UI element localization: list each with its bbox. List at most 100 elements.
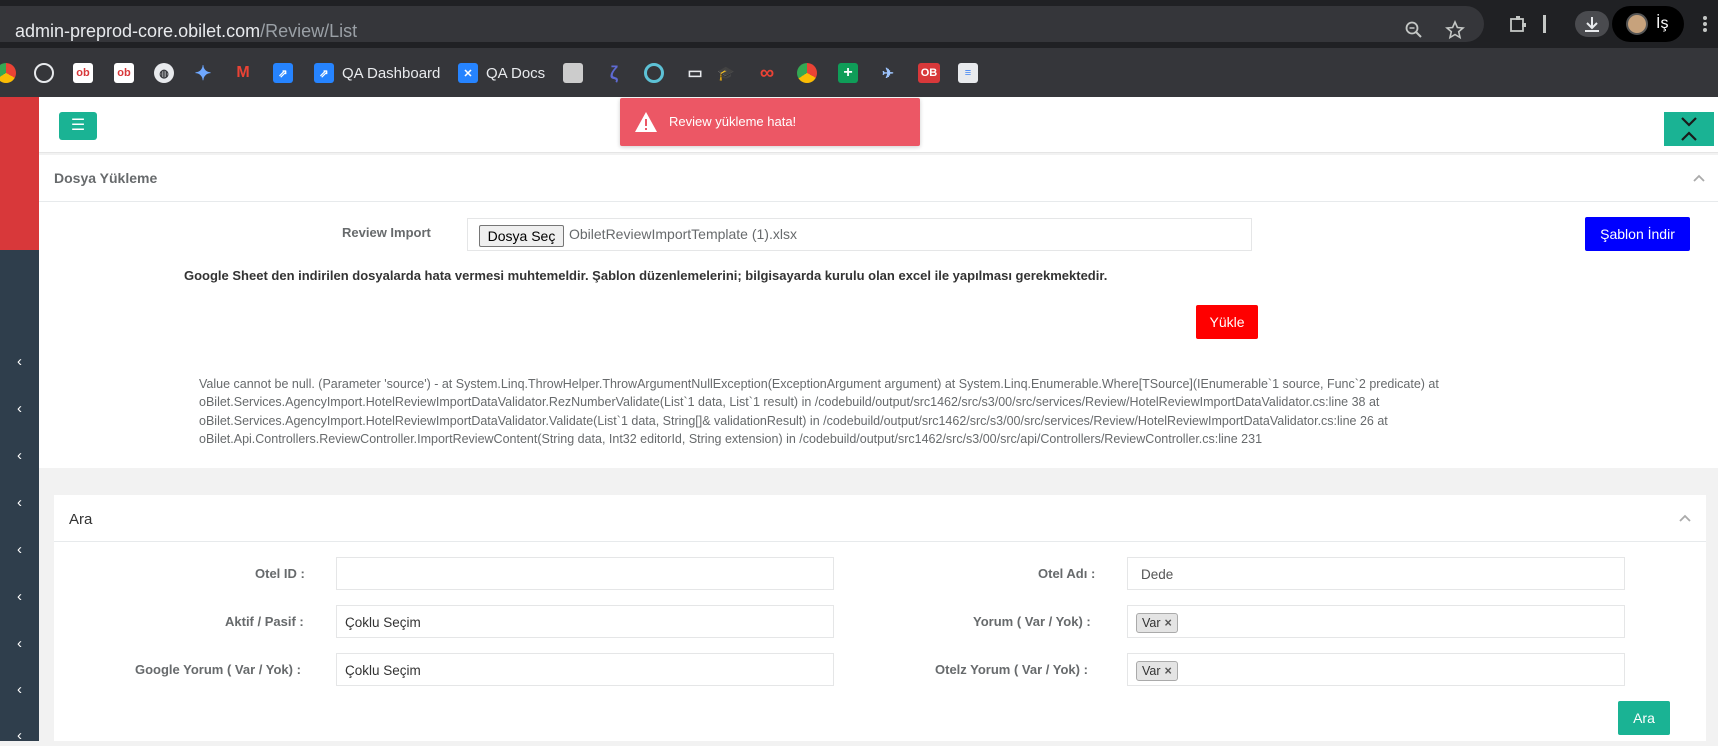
google-yorum-select[interactable]: Çoklu Seçim [336,653,834,686]
bookmark-label: QA Dashboard [342,64,441,82]
toolbar-divider [1543,15,1546,33]
collapse-icon[interactable] [1664,112,1714,146]
sidebar-logo-area [0,97,39,250]
error-stacktrace: Value cannot be null. (Parameter 'source… [199,375,1559,448]
bookmarks-bar: ob ob ◍ ✦ M ⇗ ⇗ QA Dashboard ✕ QA Docs ζ ▭… [0,48,1718,97]
file-name: ObiletReviewImportTemplate (1).xlsx [569,226,797,242]
otelz-yorum-select[interactable]: Var × [1127,653,1625,686]
doc-icon: ≡ [958,63,978,83]
linear-icon: ζ [609,62,619,83]
otel-adi-input[interactable]: Dede [1127,557,1625,590]
otel-adi-label: Otel Adı : [1038,566,1096,581]
remove-tag-icon[interactable]: × [1165,664,1172,678]
chevron-left-icon[interactable]: ‹ [0,399,39,419]
confluence-icon: ✕ [458,63,478,83]
bookmark-plus[interactable]: + [838,62,858,84]
avatar [1626,13,1648,35]
bookmark-infinity[interactable]: ∞ [757,62,777,84]
otel-id-input[interactable] [336,557,834,590]
bookmark-chrome-2[interactable] [797,62,817,84]
search-button[interactable]: Ara [1618,701,1670,735]
bookmark-plane[interactable]: ✈ [878,62,898,84]
chrome-color-icon [797,63,817,83]
ring-icon [644,63,664,83]
bookmark-ob-red[interactable]: OB [918,62,940,84]
profile-button[interactable]: İş [1612,6,1684,42]
yorum-tag: Var × [1136,613,1178,633]
browser-toolbar: admin-preprod-core.obilet.com/Review/Lis… [0,0,1718,48]
chevron-left-icon[interactable]: ‹ [0,587,39,607]
chevron-left-icon[interactable]: ‹ [0,726,39,746]
aktif-pasif-label: Aktif / Pasif : [225,614,304,629]
hamburger-menu-button[interactable]: ☰ [59,112,97,140]
bookmark-ob-2[interactable]: ob [114,62,134,84]
menu-icon[interactable] [1700,14,1710,34]
url-text[interactable]: admin-preprod-core.obilet.com/Review/Lis… [15,21,357,42]
toast-message: Review yükleme hata! [669,114,797,129]
blank-icon [563,63,583,83]
error-line: oBilet.Services.AgencyImport.HotelReview… [199,395,1380,410]
bookmark-github[interactable] [34,62,54,84]
error-line: oBilet.Api.Controllers.ReviewController.… [199,431,1263,446]
chevron-up-icon[interactable] [1692,170,1706,186]
bookmark-blank[interactable] [563,62,583,84]
infinity-icon: ∞ [759,61,775,84]
file-input[interactable]: Dosya Seç ObiletReviewImportTemplate (1)… [467,218,1252,251]
chevron-left-icon[interactable]: ‹ [0,352,39,372]
bookmark-globe[interactable]: ◍ [154,62,174,84]
zoom-icon[interactable] [1404,20,1424,40]
upload-panel-header: Dosya Yükleme [39,155,1718,202]
yorum-label: Yorum ( Var / Yok) : [973,614,1091,629]
folder-icon: ▭ [687,65,703,82]
ob-red-icon: OB [918,63,940,83]
remove-tag-icon[interactable]: × [1165,616,1172,630]
panel-title: Dosya Yükleme [54,170,158,186]
bookmark-gmail[interactable]: M [233,62,253,84]
bookmark-qa-dashboard[interactable]: ⇗ QA Dashboard [314,62,440,84]
gmail-icon: M [236,64,250,81]
chevron-left-icon[interactable]: ‹ [0,446,39,466]
ob-icon: ob [114,63,134,83]
bookmark-jira[interactable]: ⇗ [273,62,293,84]
chevron-left-icon[interactable]: ‹ [0,540,39,560]
chrome-color-icon [0,63,16,83]
chevron-up-icon[interactable] [1678,510,1692,526]
error-toast: Review yükleme hata! [620,98,920,146]
google-yorum-label: Google Yorum ( Var / Yok) : [135,662,301,677]
bookmark-gemini[interactable]: ✦ [193,62,213,85]
bookmark-grad[interactable]: 🎓 [716,62,736,84]
bookmark-ob-1[interactable]: ob [73,62,93,84]
yorum-select[interactable]: Var × [1127,605,1625,638]
otelz-yorum-label: Otelz Yorum ( Var / Yok) : [935,662,1088,677]
chevron-left-icon[interactable]: ‹ [0,493,39,513]
sidebar: ‹ ‹ ‹ ‹ ‹ ‹ ‹ ‹ ‹ [0,97,39,744]
extensions-icon[interactable] [1508,14,1528,34]
star-icon[interactable] [1445,19,1465,40]
url-path: /Review/List [260,21,358,41]
github-icon [34,63,54,83]
upload-button[interactable]: Yükle [1196,305,1258,339]
tag-label: Var [1142,616,1161,630]
bookmark-linear[interactable]: ζ [604,62,624,84]
profile-label: İş [1656,15,1669,32]
download-icon[interactable] [1575,11,1609,37]
jira-icon: ⇗ [314,63,334,83]
warning-text: Google Sheet den indirilen dosyalarda ha… [184,268,1108,283]
chevron-left-icon[interactable]: ‹ [0,634,39,654]
ob-icon: ob [73,63,93,83]
plus-green-icon: + [838,63,858,83]
choose-file-button[interactable]: Dosya Seç [479,225,564,247]
chevron-left-icon[interactable]: ‹ [0,680,39,700]
bookmark-ring[interactable] [644,62,664,84]
plane-icon: ✈ [882,64,894,81]
bookmark-qa-docs[interactable]: ✕ QA Docs [458,62,545,84]
search-panel-header: Ara [54,495,1706,542]
bookmark-folder[interactable]: ▭ [685,62,705,84]
bookmark-doc[interactable]: ≡ [958,62,978,84]
error-line: Value cannot be null. (Parameter 'source… [199,377,1439,391]
aktif-pasif-select[interactable]: Çoklu Seçim [336,605,834,638]
tag-label: Var [1142,664,1161,678]
address-bar[interactable]: admin-preprod-core.obilet.com/Review/Lis… [0,6,1484,42]
bookmark-chrome[interactable] [0,62,16,84]
download-template-button[interactable]: Şablon İndir [1585,217,1690,251]
